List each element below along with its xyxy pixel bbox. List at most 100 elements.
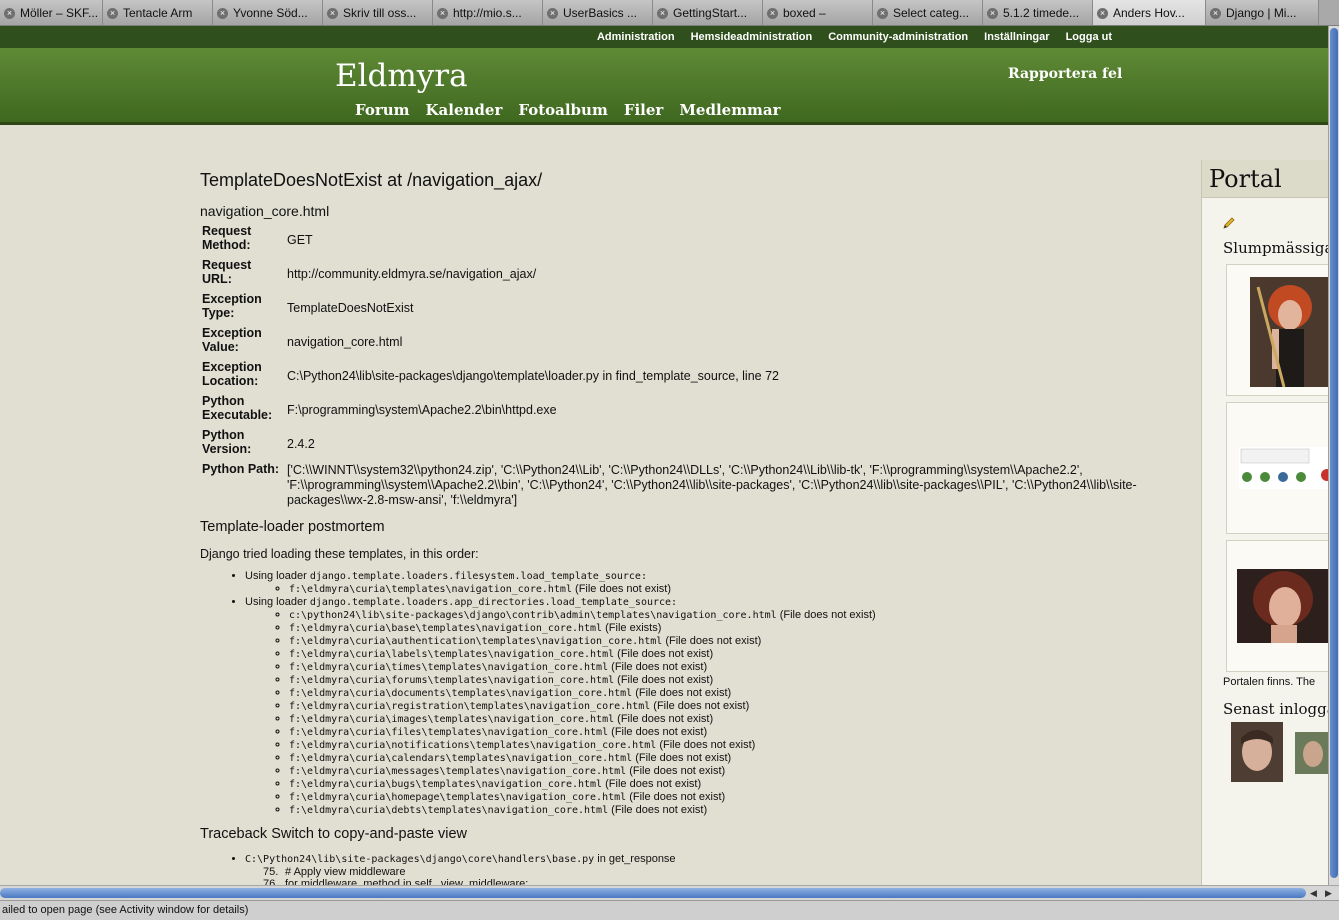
template-status: (File does not exist) <box>653 700 750 712</box>
browser-tab[interactable]: × http://mio.s... <box>433 0 543 25</box>
line-code: # Apply view middleware <box>285 866 406 878</box>
template-status: (File does not exist) <box>629 791 726 803</box>
avatar[interactable] <box>1295 732 1328 774</box>
browser-tab[interactable]: × Yvonne Söd... <box>213 0 323 25</box>
browser-tab-bar: × Möller – SKF... × Tentacle Arm × Yvonne Söd… <box>0 0 1339 26</box>
browser-tab-title: Möller – SKF... <box>20 6 99 20</box>
browser-tab[interactable]: × Select categ... <box>873 0 983 25</box>
nav-item[interactable]: Fotoalbum <box>518 101 607 119</box>
template-path-item: f:\eldmyra\curia\registration\templates\… <box>289 700 1190 713</box>
browser-tab[interactable]: × Möller – SKF... <box>0 0 103 25</box>
status-bar: ailed to open page (see Activity window … <box>0 900 1339 920</box>
vertical-scroll-thumb[interactable] <box>1330 28 1338 878</box>
loader-item: Using loader django.template.loaders.fil… <box>245 570 1190 596</box>
close-tab-icon[interactable]: × <box>767 7 778 19</box>
vertical-scrollbar[interactable] <box>1328 26 1339 885</box>
random-image-card[interactable] <box>1226 264 1328 396</box>
frame-function: get_response <box>608 853 676 865</box>
random-image-card[interactable] <box>1226 402 1328 534</box>
template-path-item: f:\eldmyra\curia\messages\templates\navi… <box>289 765 1190 778</box>
loader-prefix: Using loader <box>245 596 307 608</box>
meta-label: Request URL: <box>202 258 252 286</box>
random-image-card[interactable] <box>1226 540 1328 672</box>
browser-tab[interactable]: × Skriv till oss... <box>323 0 433 25</box>
close-tab-icon[interactable]: × <box>547 7 558 19</box>
meta-value: navigation_core.html <box>287 334 403 349</box>
close-tab-icon[interactable]: × <box>1097 7 1108 19</box>
browser-tab[interactable]: × UserBasics ... <box>543 0 653 25</box>
template-path-item: c:\python24\lib\site-packages\django\con… <box>289 609 1190 622</box>
template-path: f:\eldmyra\curia\bugs\templates\navigati… <box>289 779 603 790</box>
close-tab-icon[interactable]: × <box>877 7 888 19</box>
close-tab-icon[interactable]: × <box>4 7 15 19</box>
template-path-item: f:\eldmyra\curia\debts\templates\navigat… <box>289 804 1190 817</box>
horizontal-scroll-thumb[interactable] <box>0 888 1306 898</box>
template-path: c:\python24\lib\site-packages\django\con… <box>289 610 777 621</box>
browser-tab-title: Tentacle Arm <box>123 6 193 20</box>
loader-item: Using loader django.template.loaders.app… <box>245 596 1190 817</box>
site-title[interactable]: Eldmyra <box>335 58 468 94</box>
nav-item[interactable]: Medlemmar <box>679 101 780 119</box>
admin-link[interactable]: Administration <box>597 31 675 43</box>
scroll-left-arrow-icon[interactable]: ◀ <box>1306 886 1321 900</box>
switch-view-link[interactable]: Switch to copy-and-paste view <box>271 826 467 842</box>
nav-item[interactable]: Forum <box>355 101 410 119</box>
template-status: (File does not exist) <box>605 778 702 790</box>
admin-link[interactable]: Inställningar <box>984 31 1049 43</box>
admin-link[interactable]: Hemsideadministration <box>691 31 813 43</box>
browser-tab[interactable]: × Django | Mi... <box>1206 0 1319 25</box>
report-bug-link[interactable]: Rapportera fel <box>1008 66 1122 82</box>
browser-tab-title: Yvonne Söd... <box>233 6 308 20</box>
template-status: (File does not exist) <box>575 583 672 595</box>
template-path: f:\eldmyra\curia\documents\templates\nav… <box>289 688 633 699</box>
photo-woman-redhead[interactable] <box>1250 277 1328 387</box>
close-tab-icon[interactable]: × <box>327 7 338 19</box>
close-tab-icon[interactable]: × <box>217 7 228 19</box>
meta-value: http://community.eldmyra.se/navigation_a… <box>287 266 537 281</box>
meta-row: Python Version: 2.4.2 <box>202 427 1190 461</box>
traceback-line[interactable]: 75. # Apply view middleware <box>263 866 1190 878</box>
meta-row: Exception Location: C:\Python24\lib\site-… <box>202 359 1190 393</box>
close-tab-icon[interactable]: × <box>1210 7 1221 19</box>
admin-link[interactable]: Logga ut <box>1066 31 1112 43</box>
template-path: f:\eldmyra\curia\images\templates\naviga… <box>289 714 615 725</box>
template-path-list: f:\eldmyra\curia\templates\navigation_co… <box>289 583 1190 596</box>
admin-link[interactable]: Community-administration <box>828 31 968 43</box>
close-tab-icon[interactable]: × <box>437 7 448 19</box>
browser-tab[interactable]: × 5.1.2 timede... <box>983 0 1093 25</box>
template-path-item: f:\eldmyra\curia\labels\templates\naviga… <box>289 648 1190 661</box>
browser-tab[interactable]: × GettingStart... <box>653 0 763 25</box>
template-status: (File does not exist) <box>629 765 726 777</box>
scroll-right-arrow-icon[interactable]: ▶ <box>1321 886 1336 900</box>
nav-item[interactable]: Kalender <box>426 101 503 119</box>
close-tab-icon[interactable]: × <box>657 7 668 19</box>
template-status: (File does not exist) <box>611 661 708 673</box>
close-tab-icon[interactable]: × <box>987 7 998 19</box>
meta-label: Exception Type: <box>202 292 262 320</box>
meta-label: Python Version: <box>202 428 252 456</box>
browser-tab[interactable]: × boxed – <box>763 0 873 25</box>
browser-tab[interactable]: × Anders Hov... <box>1093 0 1206 25</box>
pencil-icon[interactable] <box>1223 217 1235 229</box>
cartoon-strip-image[interactable] <box>1239 447 1328 489</box>
loader-name: django.template.loaders.filesystem.load_… <box>309 571 647 582</box>
template-path-item: f:\eldmyra\curia\notifications\templates… <box>289 739 1190 752</box>
browser-tab-title: Select categ... <box>893 6 970 20</box>
horizontal-scrollbar[interactable]: ◀ ▶ <box>0 885 1339 900</box>
template-path: f:\eldmyra\curia\labels\templates\naviga… <box>289 649 615 660</box>
template-path-list: c:\python24\lib\site-packages\django\con… <box>289 609 1190 817</box>
avatar[interactable] <box>1231 722 1283 782</box>
photo-woman-portrait[interactable] <box>1237 569 1328 643</box>
close-tab-icon[interactable]: × <box>107 7 118 19</box>
nav-item[interactable]: Filer <box>624 101 664 119</box>
browser-tab-title: http://mio.s... <box>453 6 522 20</box>
admin-links: Administration Hemsideadministration Commu… <box>581 26 1112 48</box>
browser-tab-title: Django | Mi... <box>1226 6 1297 20</box>
browser-tab-title: UserBasics ... <box>563 6 638 20</box>
browser-tab-title: 5.1.2 timede... <box>1003 6 1080 20</box>
template-path: f:\eldmyra\curia\homepage\templates\navi… <box>289 792 627 803</box>
browser-tab[interactable]: × Tentacle Arm <box>103 0 213 25</box>
portal-sidebar: Portal Slumpmässiga b <box>1201 160 1328 886</box>
template-path-item: f:\eldmyra\curia\bugs\templates\navigati… <box>289 778 1190 791</box>
template-path-item: f:\eldmyra\curia\calendars\templates\nav… <box>289 752 1190 765</box>
